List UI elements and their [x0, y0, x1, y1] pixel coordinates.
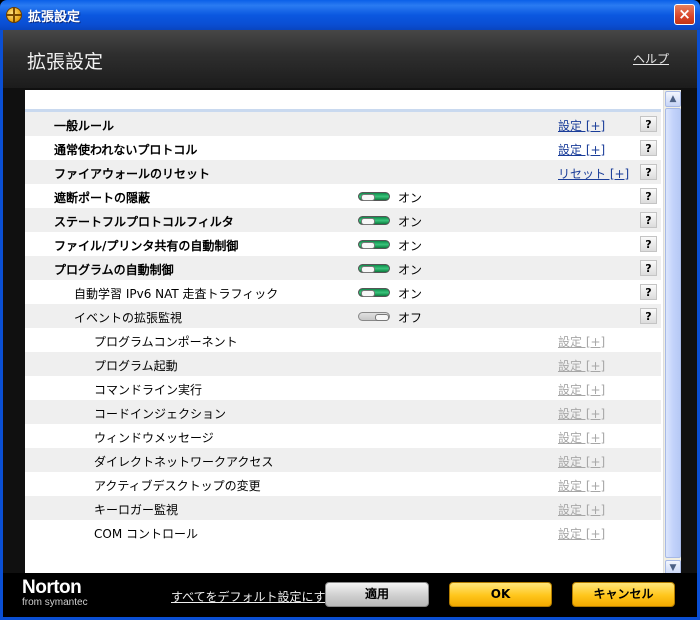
- settings-row: コードインジェクション 設定 [+]: [25, 400, 661, 424]
- norton-logo: Norton from symantec: [22, 577, 88, 608]
- configure-link[interactable]: 設定 [+]: [558, 141, 605, 158]
- cancel-button[interactable]: キャンセル: [572, 582, 675, 607]
- settings-row: キーロガー監視 設定 [+]: [25, 496, 661, 520]
- scroll-up-icon[interactable]: ▲: [665, 91, 681, 107]
- toggle-switch[interactable]: [358, 264, 390, 273]
- settings-row: イベントの拡張監視 オフ?: [25, 304, 661, 328]
- help-question-icon[interactable]: ?: [640, 140, 657, 156]
- window-title: 拡張設定: [28, 10, 81, 25]
- toggle-state: オン: [398, 191, 423, 205]
- settings-row: プログラム起動 設定 [+]: [25, 352, 661, 376]
- configure-link[interactable]: リセット [+]: [558, 165, 629, 182]
- help-question-icon[interactable]: ?: [640, 308, 657, 324]
- settings-row: プログラムの自動制御 オン?: [25, 256, 661, 280]
- configure-link: 設定 [+]: [558, 383, 606, 397]
- settings-row: アクティブデスクトップの変更 設定 [+]: [25, 472, 661, 496]
- header: 拡張設定 ヘルプ: [3, 30, 697, 88]
- setting-label: プログラムコンポーネント: [94, 335, 238, 349]
- setting-label: キーロガー監視: [94, 503, 179, 517]
- page-title: 拡張設定: [27, 51, 104, 73]
- toggle-state: オン: [398, 263, 423, 277]
- setting-label: 遮断ポートの隠蔽: [54, 191, 151, 205]
- toggle-switch[interactable]: [358, 312, 390, 321]
- help-question-icon[interactable]: ?: [640, 260, 657, 276]
- footer: Norton from symantec すべてをデフォルト設定にする 適用 O…: [3, 573, 697, 617]
- setting-label: 一般ルール: [54, 119, 115, 133]
- configure-link: 設定 [+]: [558, 503, 606, 517]
- settings-row: 自動学習 IPv6 NAT 走査トラフィック オン?: [25, 280, 661, 304]
- reset-all-defaults-link[interactable]: すべてをデフォルト設定にする: [171, 588, 338, 605]
- setting-label: ファイアウォールのリセット: [54, 167, 211, 181]
- help-question-icon[interactable]: ?: [640, 188, 657, 204]
- setting-label: ダイレクトネットワークアクセス: [94, 455, 274, 469]
- settings-row: ファイアウォールのリセット リセット [+]?: [25, 160, 661, 184]
- settings-row: 通常使われないプロトコル 設定 [+]?: [25, 136, 661, 160]
- configure-link[interactable]: 設定 [+]: [558, 117, 605, 134]
- scroll-thumb[interactable]: [665, 108, 681, 558]
- setting-label: イベントの拡張監視: [74, 311, 183, 325]
- help-question-icon[interactable]: ?: [640, 164, 657, 180]
- toggle-switch[interactable]: [358, 216, 390, 225]
- settings-row: ウィンドウメッセージ 設定 [+]: [25, 424, 661, 448]
- toggle-state: オフ: [398, 311, 423, 325]
- title-bar: 拡張設定 ×: [0, 0, 700, 30]
- toggle-state: オン: [398, 287, 423, 301]
- setting-label: アクティブデスクトップの変更: [94, 479, 261, 493]
- brand-name: Norton: [22, 577, 82, 598]
- settings-list: 一般ルール 設定 [+]? 通常使われないプロトコル 設定 [+]? ファイアウォールの…: [25, 109, 661, 544]
- help-question-icon[interactable]: ?: [640, 284, 657, 300]
- setting-label: コードインジェクション: [94, 407, 227, 421]
- help-question-icon[interactable]: ?: [640, 212, 657, 228]
- toggle-switch[interactable]: [358, 192, 390, 201]
- help-link[interactable]: ヘルプ: [633, 50, 669, 67]
- settings-row: ダイレクトネットワークアクセス 設定 [+]: [25, 448, 661, 472]
- configure-link: 設定 [+]: [558, 407, 606, 421]
- setting-label: ステートフルプロトコルフィルタ: [54, 215, 234, 229]
- toggle-state: オン: [398, 239, 423, 253]
- setting-label: ウィンドウメッセージ: [94, 431, 214, 445]
- setting-label: 通常使われないプロトコル: [54, 143, 198, 157]
- configure-link: 設定 [+]: [558, 527, 606, 541]
- toggle-switch[interactable]: [358, 288, 390, 297]
- configure-link: 設定 [+]: [558, 479, 606, 493]
- ok-button[interactable]: OK: [449, 582, 552, 607]
- norton-globe-icon: [6, 7, 22, 23]
- setting-label: 自動学習 IPv6 NAT 走査トラフィック: [74, 287, 279, 301]
- toggle-switch[interactable]: [358, 240, 390, 249]
- settings-row: ファイル/プリンタ共有の自動制御 オン?: [25, 232, 661, 256]
- help-question-icon[interactable]: ?: [640, 116, 657, 132]
- settings-row: 一般ルール 設定 [+]?: [25, 112, 661, 136]
- toggle-state: オン: [398, 215, 423, 229]
- help-question-icon[interactable]: ?: [640, 236, 657, 252]
- settings-row: ステートフルプロトコルフィルタ オン?: [25, 208, 661, 232]
- configure-link: 設定 [+]: [558, 335, 606, 349]
- setting-label: プログラムの自動制御: [54, 263, 174, 277]
- setting-label: プログラム起動: [94, 359, 178, 373]
- setting-label: COM コントロール: [94, 527, 198, 541]
- apply-button[interactable]: 適用: [325, 582, 429, 607]
- settings-panel: 一般ルール 設定 [+]? 通常使われないプロトコル 設定 [+]? ファイアウォールの…: [25, 90, 681, 577]
- configure-link: 設定 [+]: [558, 455, 606, 469]
- close-button[interactable]: ×: [674, 4, 695, 25]
- setting-label: ファイル/プリンタ共有の自動制御: [54, 239, 239, 253]
- settings-row: 遮断ポートの隠蔽 オン?: [25, 184, 661, 208]
- brand-subtitle: from symantec: [22, 597, 88, 608]
- window-body: 拡張設定 ヘルプ 一般ルール 設定 [+]? 通常使われないプロトコル 設定 [+]?…: [0, 30, 700, 620]
- scrollbar[interactable]: ▲ ▼: [663, 90, 681, 577]
- setting-label: コマンドライン実行: [94, 383, 203, 397]
- settings-row: プログラムコンポーネント 設定 [+]: [25, 328, 661, 352]
- configure-link: 設定 [+]: [558, 359, 606, 373]
- settings-row: COM コントロール 設定 [+]: [25, 520, 661, 544]
- configure-link: 設定 [+]: [558, 431, 606, 445]
- settings-row: コマンドライン実行 設定 [+]: [25, 376, 661, 400]
